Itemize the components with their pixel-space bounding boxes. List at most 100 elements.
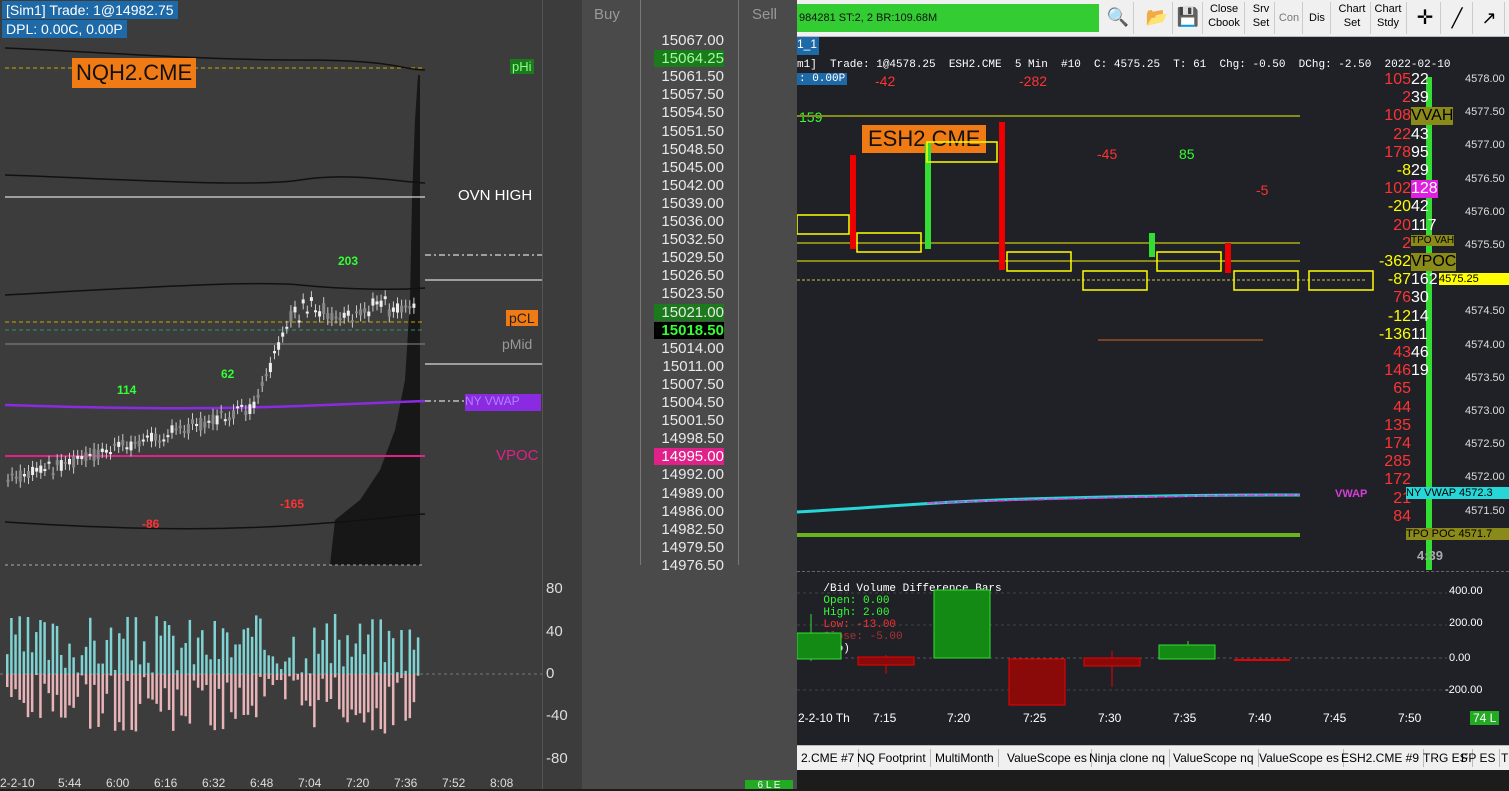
sell-column[interactable] [738, 0, 797, 565]
crosshair-icon: ✛ [1417, 7, 1434, 29]
candle-body [27, 471, 30, 478]
ladder-price-row[interactable]: 14989.00 [654, 485, 724, 502]
es-chart-panel[interactable]: 1_1 m1] Trade: 1@4578.25 ESH2.CME 5 Min … [797, 37, 1509, 745]
ladder-price-row[interactable]: 15064.25 [654, 50, 724, 67]
osc-bar [400, 630, 403, 674]
ray-tool-button[interactable]: ↗ [1474, 2, 1505, 34]
tab-esh2-cme-9[interactable]: ESH2.CME #9 [1337, 749, 1424, 767]
profile-delta: -8 [1397, 162, 1411, 180]
candle-body [355, 311, 358, 313]
ladder-price-row[interactable]: 15011.00 [654, 358, 724, 375]
ladder-price-row[interactable]: 15001.50 [654, 412, 724, 429]
tab-fp-es[interactable]: FP ES [1457, 749, 1500, 767]
profile-delta: 2 [1402, 235, 1411, 253]
profile-delta: 84 [1393, 508, 1411, 526]
ladder-price-row[interactable]: 15036.00 [654, 213, 724, 230]
ladder-price-row[interactable]: 15045.00 [654, 159, 724, 176]
price-scale-label: 4572.50 [1465, 438, 1509, 450]
ladder-price-row[interactable]: 14986.00 [654, 503, 724, 520]
osc-bar [93, 641, 96, 674]
osc-bar [396, 672, 399, 674]
close-cbook-button[interactable]: Close Cbook [1204, 2, 1245, 34]
candle-body [314, 310, 317, 312]
ladder-price-row[interactable]: 14979.50 [654, 539, 724, 556]
osc-bar [342, 666, 345, 674]
candle-body [150, 433, 153, 442]
es-time-0: 2-2-10 Th [798, 711, 850, 725]
save-button[interactable]: 💾 [1174, 2, 1203, 34]
price-ladder[interactable]: Buy Sell 15067.0015064.2515061.5015057.5… [582, 0, 797, 789]
ladder-price-row[interactable]: 15021.00 [654, 304, 724, 321]
ladder-price-row[interactable]: 15018.50 [654, 322, 724, 339]
ladder-price-row[interactable]: 15023.50 [654, 285, 724, 302]
dis-button[interactable]: Dis [1304, 2, 1331, 34]
profile-volume: VPOC [1411, 253, 1456, 271]
ladder-price-row[interactable]: 14976.50 [654, 557, 724, 574]
tab-ninja-clone-nq[interactable]: Ninja clone nq [1085, 749, 1170, 767]
osc-bar [48, 674, 51, 693]
tab-es-cme-7[interactable]: 2.CME #7 [797, 749, 859, 767]
ladder-price-row[interactable]: 15061.50 [654, 68, 724, 85]
ladder-price-row[interactable]: 15007.50 [654, 376, 724, 393]
dpl-label: DPL: 0.00C, 0.00P [2, 21, 127, 37]
ladder-price-row[interactable]: 15057.50 [654, 86, 724, 103]
crosshair-tool-button[interactable]: ✛ [1410, 2, 1441, 34]
ladder-price-row[interactable]: 15048.50 [654, 141, 724, 158]
osc-bar [346, 674, 349, 722]
srv-set-button[interactable]: Srv Set [1248, 2, 1275, 34]
buy-column[interactable] [582, 0, 641, 565]
ladder-price-row[interactable]: 15004.50 [654, 394, 724, 411]
osc-bar [280, 669, 283, 674]
ladder-price-row[interactable]: 14992.00 [654, 466, 724, 483]
ladder-price-row[interactable]: 14998.50 [654, 430, 724, 447]
candle-body [134, 442, 137, 444]
osc-bar [288, 674, 291, 676]
ladder-price-row[interactable]: 15042.00 [654, 177, 724, 194]
tab-valuescope-es[interactable]: ValueScope es [1003, 749, 1092, 767]
osc-bar [359, 624, 362, 674]
profile-delta: 102 [1384, 180, 1411, 198]
swing-low-86: -86 [142, 517, 159, 531]
chart-set-button[interactable]: Chart Set [1334, 2, 1371, 34]
nq-time-10: 8:08 [490, 776, 513, 790]
tab-valuescope-nq[interactable]: ValueScope nq [1169, 749, 1259, 767]
line-tool-button[interactable]: ╱ [1442, 2, 1473, 34]
ladder-price-row[interactable]: 14995.00 [654, 448, 724, 465]
ladder-price-row[interactable]: 15054.50 [654, 104, 724, 121]
osc-bar [234, 674, 237, 719]
osc-bar [413, 650, 416, 674]
profile-volume: 42 [1411, 198, 1429, 216]
swing-high-203: 203 [338, 254, 358, 268]
ladder-price-row[interactable]: 15014.00 [654, 340, 724, 357]
ladder-price-row[interactable]: 15029.50 [654, 249, 724, 266]
candle-body [23, 474, 26, 477]
swing-high-114: 114 [117, 383, 136, 397]
ladder-price-row[interactable]: 15026.50 [654, 267, 724, 284]
osc-bar [272, 656, 275, 674]
last-price-tag: 4575.25 [1439, 273, 1509, 285]
ladder-price-row[interactable]: 15067.00 [654, 32, 724, 49]
tab-nq-footprint[interactable]: NQ Footprint [853, 749, 931, 767]
candle-body [68, 459, 71, 464]
ladder-price-row[interactable]: 14982.50 [654, 521, 724, 538]
tab-valuescope-es-2[interactable]: ValueScope es [1255, 749, 1344, 767]
nq-oscillator[interactable] [0, 566, 542, 776]
candle-body [289, 311, 292, 321]
ladder-price-row[interactable]: 15051.50 [654, 123, 724, 140]
chart-stdy-button[interactable]: Chart Stdy [1370, 2, 1407, 34]
nq-time-8: 7:36 [394, 776, 417, 790]
candle-body [195, 424, 198, 426]
ladder-price-row[interactable]: 15039.00 [654, 195, 724, 212]
candle-body [253, 402, 256, 408]
ladder-price-row[interactable]: 15032.50 [654, 231, 724, 248]
price-scale-label: 4574.50 [1465, 305, 1509, 317]
tab-t[interactable]: T [1497, 749, 1509, 767]
profile-volume: 39 [1411, 89, 1429, 107]
open-button[interactable]: 📂 [1142, 2, 1173, 34]
osc-bar [97, 664, 100, 674]
candle-body [388, 309, 391, 316]
sym-search-button[interactable]: 🔍 [1103, 2, 1134, 34]
con-button[interactable]: Con [1276, 2, 1303, 34]
tab-multimonth[interactable]: MultiMonth [931, 749, 999, 767]
osc-bar [276, 663, 279, 674]
